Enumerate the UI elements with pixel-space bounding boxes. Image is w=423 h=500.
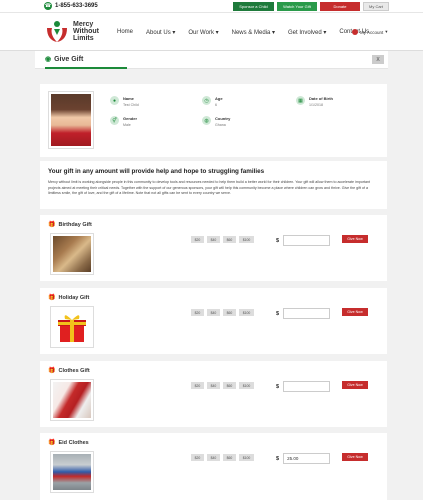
amount-options: $20 $40 $60 $100 [191,309,254,316]
gift-image [50,306,94,348]
phone-icon: ☎ [44,2,52,10]
chevron-down-icon: ▾ [385,29,388,34]
calendar-icon: ▦ [296,96,305,105]
donate-button[interactable]: Donate [320,2,360,11]
amount-option[interactable]: $60 [223,309,236,316]
eye-icon: ◉ [45,56,52,63]
gift-icon: 🎁 [48,222,56,228]
top-actions: Sponsor a Child Watch Your Gift Donate M… [233,2,389,11]
gender-icon: ⚥ [110,116,119,125]
description-text: Mercy without limit is working alongside… [48,180,371,195]
child-age-info: ◷ Age 6 [202,96,223,107]
amount-option[interactable]: $20 [191,454,204,461]
gift-image [50,233,94,275]
gift-card-clothes: 🎁 Clothes Gift $20 $40 $60 $100 $ Give No… [40,361,387,427]
currency-symbol: $ [276,455,280,462]
account-label: My Account [360,29,384,35]
currency-symbol: $ [276,237,280,244]
gift-icon: 🎁 [48,440,56,446]
clock-icon: ◷ [202,96,211,105]
give-now-button[interactable]: Give Now [342,453,368,461]
give-now-button[interactable]: Give Now [342,235,368,243]
gift-image [50,451,94,493]
amount-option[interactable]: $20 [191,382,204,389]
gift-title: Clothes Gift [58,367,90,374]
description-title: Your gift in any amount will provide hel… [48,168,265,175]
gift-image [50,379,94,421]
gift-card-birthday: 🎁 Birthday Gift $20 $40 $60 $100 $ Give N… [40,215,387,281]
phone-contact[interactable]: ☎ 1-855-633-3695 [44,2,98,10]
amount-input[interactable] [283,381,331,392]
cart-button[interactable]: My Cart [363,2,389,11]
close-button[interactable]: X [372,55,384,64]
currency-symbol: $ [276,310,280,317]
child-dob-info: ▦ Date of Birth 1/1/2018 [296,96,333,107]
nav-home[interactable]: Home [117,29,133,36]
nav-about[interactable]: About Us ▾ [146,29,175,36]
amount-input[interactable] [283,235,331,246]
gift-title: Eid Clothes [58,439,89,446]
amount-option[interactable]: $40 [207,236,220,243]
logo[interactable]: Mercy Without Limits [44,18,103,44]
user-icon [352,29,358,35]
amount-option[interactable]: $100 [239,309,254,316]
title-underline [45,67,127,69]
gift-description-card: Your gift in any amount will provide hel… [40,161,387,209]
gift-icon: 🎁 [48,368,56,374]
logo-icon [44,18,70,44]
top-bar: ☎ 1-855-633-3695 Sponsor a Child Watch Y… [0,0,423,13]
amount-option[interactable]: $100 [239,236,254,243]
amount-input[interactable]: 25.00 [283,453,331,464]
nav-news-media[interactable]: News & Media ▾ [232,29,275,36]
currency-symbol: $ [276,383,280,390]
phone-number[interactable]: 1-855-633-3695 [55,3,98,9]
watch-gift-button[interactable]: Watch Your Gift [277,2,317,11]
amount-option[interactable]: $40 [207,454,220,461]
nav-our-work[interactable]: Our Work ▾ [188,29,218,36]
give-now-button[interactable]: Give Now [342,381,368,389]
gift-title: Birthday Gift [58,221,92,228]
amount-option[interactable]: $60 [223,236,236,243]
child-gender-info: ⚥ Gender Male [110,116,137,127]
page-header: ◉ Give Gift X [35,51,388,69]
amount-option[interactable]: $100 [239,454,254,461]
amount-option[interactable]: $100 [239,382,254,389]
logo-text: Mercy Without Limits [73,20,99,42]
account-menu[interactable]: My Account ▾ [352,29,388,35]
nav-menu: Home About Us ▾ Our Work ▾ News & Media … [117,29,369,36]
amount-option[interactable]: $40 [207,309,220,316]
amount-input[interactable] [283,308,331,319]
nav-get-involved[interactable]: Get Involved ▾ [288,29,326,36]
sponsor-child-button[interactable]: Sponsor a Child [233,2,274,11]
child-photo [48,91,94,149]
main-nav: Mercy Without Limits Home About Us ▾ Our… [0,13,423,51]
child-profile-card: ● Name Test Child ◷ Age 6 ▦ Date of Birth 1… [40,84,387,157]
user-icon: ● [110,96,119,105]
gift-card-holiday: 🎁 Holiday Gift $20 $40 $60 $100 $ Give No… [40,288,387,354]
page-title: Give Gift [54,55,84,63]
child-country-info: ◍ Country Ghana [202,116,230,127]
amount-option[interactable]: $60 [223,454,236,461]
amount-option[interactable]: $20 [191,309,204,316]
amount-options: $20 $40 $60 $100 [191,236,254,243]
amount-options: $20 $40 $60 $100 [191,454,254,461]
amount-option[interactable]: $60 [223,382,236,389]
gift-card-eid-clothes: 🎁 Eid Clothes $20 $40 $60 $100 $25.00 Giv… [40,433,387,500]
gift-icon: 🎁 [48,295,56,301]
amount-options: $20 $40 $60 $100 [191,382,254,389]
child-name-info: ● Name Test Child [110,96,139,107]
give-now-button[interactable]: Give Now [342,308,368,316]
amount-option[interactable]: $20 [191,236,204,243]
amount-option[interactable]: $40 [207,382,220,389]
globe-icon: ◍ [202,116,211,125]
gift-title: Holiday Gift [58,294,90,301]
